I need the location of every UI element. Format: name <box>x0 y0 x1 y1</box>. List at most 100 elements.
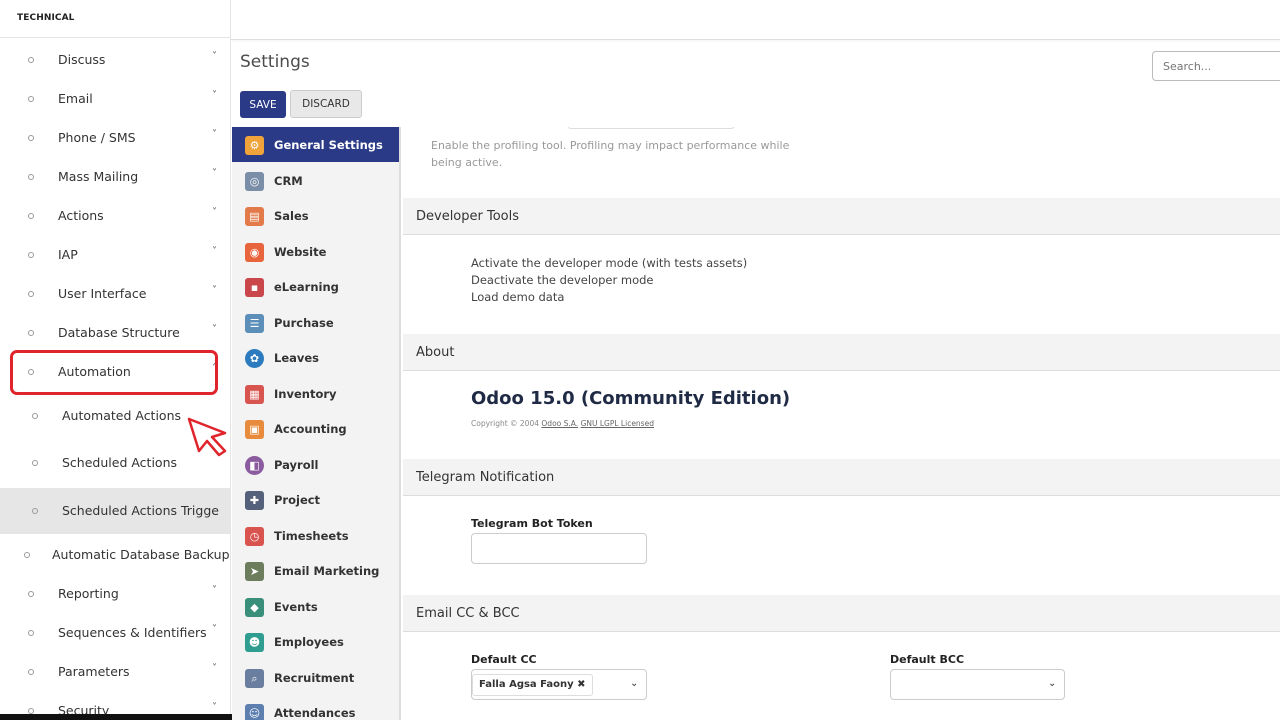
circle-icon <box>32 413 38 419</box>
inventory-icon: ▦ <box>245 384 264 404</box>
section-about: About <box>403 334 1280 371</box>
menu-item-database-structure[interactable]: Database Structure ˅ <box>0 314 230 350</box>
crm-icon: ◎ <box>245 171 264 191</box>
chevron-down-icon: ˅ <box>212 246 217 257</box>
circle-icon <box>28 630 34 636</box>
circle-icon <box>32 460 38 466</box>
menu-item-phone-sms[interactable]: Phone / SMS ˅ <box>0 119 230 155</box>
app-general-settings[interactable]: ⚙ General Settings <box>232 127 399 162</box>
chevron-down-icon: ˅ <box>212 51 217 62</box>
telegram-token-input[interactable] <box>471 533 647 564</box>
chevron-down-icon: ⌄ <box>630 678 639 689</box>
app-timesheets[interactable]: ◷ Timesheets <box>232 518 399 553</box>
settings-app-sidebar: ⚙ General Settings ◎ CRM ▤ Sales ◉ Websi… <box>232 127 401 720</box>
odoo-version: Odoo 15.0 (Community Edition) <box>471 388 791 409</box>
circle-icon <box>28 291 34 297</box>
website-icon: ◉ <box>245 242 264 262</box>
menu-item-automatic-database-backup[interactable]: Automatic Database Backup <box>0 536 230 572</box>
load-demo-data-link[interactable]: Load demo data <box>471 290 564 304</box>
app-events[interactable]: ◆ Events <box>232 589 399 624</box>
page-title: Settings <box>240 52 310 72</box>
menu-item-parameters[interactable]: Parameters ˅ <box>0 653 230 689</box>
top-navbar <box>231 0 1280 40</box>
chevron-down-icon: ˅ <box>212 663 217 674</box>
profiling-button-edge <box>567 127 735 129</box>
payroll-icon: ◧ <box>245 455 264 475</box>
chevron-down-icon: ˅ <box>212 129 217 140</box>
menu-item-user-interface[interactable]: User Interface ˅ <box>0 275 230 311</box>
menu-item-iap[interactable]: IAP ˅ <box>0 236 230 272</box>
section-telegram-notification: Telegram Notification <box>403 459 1280 496</box>
app-payroll[interactable]: ◧ Payroll <box>232 447 399 482</box>
default-cc-select[interactable]: Falla Agsa Faony ✖ ⌄ <box>471 669 647 700</box>
default-cc-label: Default CC <box>471 653 537 666</box>
chevron-down-icon: ⌄ <box>1048 678 1057 689</box>
menu-item-email[interactable]: Email ˅ <box>0 80 230 116</box>
app-attendances[interactable]: ☺ Attendances <box>232 695 399 720</box>
circle-icon <box>28 591 34 597</box>
app-sales[interactable]: ▤ Sales <box>232 198 399 233</box>
profiling-help-text-2: being active. <box>431 156 503 169</box>
circle-icon <box>28 57 34 63</box>
menu-item-mass-mailing[interactable]: Mass Mailing ˅ <box>0 158 230 194</box>
app-website[interactable]: ◉ Website <box>232 234 399 269</box>
circle-icon <box>28 96 34 102</box>
bottom-bar <box>0 714 241 720</box>
circle-icon <box>28 252 34 258</box>
menu-item-sequences-identifiers[interactable]: Sequences & Identifiers ˅ <box>0 614 230 650</box>
app-recruitment[interactable]: ⌕ Recruitment <box>232 660 399 695</box>
deactivate-dev-mode-link[interactable]: Deactivate the developer mode <box>471 273 653 287</box>
copyright-line: Copyright © 2004 Odoo S.A. GNU LGPL Lice… <box>471 419 654 428</box>
section-developer-tools: Developer Tools <box>403 198 1280 235</box>
menu-item-actions[interactable]: Actions ˅ <box>0 197 230 233</box>
app-project[interactable]: ✚ Project <box>232 482 399 517</box>
circle-icon <box>28 330 34 336</box>
app-purchase[interactable]: ☰ Purchase <box>232 305 399 340</box>
app-employees[interactable]: ☻ Employees <box>232 624 399 659</box>
circle-icon <box>28 669 34 675</box>
paper-plane-icon: ➤ <box>245 562 264 581</box>
chevron-down-icon: ˅ <box>212 207 217 218</box>
telegram-token-label: Telegram Bot Token <box>471 517 593 530</box>
gear-icon: ⚙ <box>245 136 264 155</box>
search-input[interactable] <box>1152 51 1280 81</box>
chevron-down-icon: ˅ <box>212 624 217 635</box>
chevron-down-icon: ˅ <box>212 168 217 179</box>
menu-item-reporting[interactable]: Reporting ˅ <box>0 575 230 611</box>
menu-item-scheduled-actions-triggers[interactable]: Scheduled Actions Trigge <box>0 488 230 534</box>
pointer-cursor-icon <box>187 417 227 457</box>
profiling-help-text: Enable the profiling tool. Profiling may… <box>431 139 790 152</box>
ticket-icon: ◆ <box>245 597 264 617</box>
settings-content: Enable the profiling tool. Profiling may… <box>403 127 1280 720</box>
cc-tag: Falla Agsa Faony ✖ <box>472 674 593 696</box>
license-link[interactable]: GNU LGPL Licensed <box>581 419 654 428</box>
close-icon[interactable]: ✖ <box>577 679 585 690</box>
menu-item-discuss[interactable]: Discuss ˅ <box>0 41 230 77</box>
section-email-cc-bcc: Email CC & BCC <box>403 595 1280 632</box>
activate-dev-mode-tests-link[interactable]: Activate the developer mode (with tests … <box>471 256 747 270</box>
circle-icon <box>28 135 34 141</box>
accounting-icon: ▣ <box>245 420 264 439</box>
discard-button[interactable]: DISCARD <box>290 90 362 118</box>
app-email-marketing[interactable]: ➤ Email Marketing <box>232 553 399 588</box>
stopwatch-icon: ◷ <box>245 526 264 546</box>
chevron-down-icon: ˅ <box>212 324 217 335</box>
highlight-box <box>10 350 218 395</box>
magnifier-icon: ⌕ <box>245 668 264 688</box>
app-elearning[interactable]: ▪ eLearning <box>232 269 399 304</box>
app-crm[interactable]: ◎ CRM <box>232 163 399 198</box>
odoo-sa-link[interactable]: Odoo S.A. <box>541 419 578 428</box>
app-leaves[interactable]: ✿ Leaves <box>232 340 399 375</box>
save-button[interactable]: SAVE <box>240 91 286 118</box>
default-bcc-select[interactable]: ⌄ <box>890 669 1065 700</box>
chevron-down-icon: ˅ <box>212 702 217 713</box>
app-inventory[interactable]: ▦ Inventory <box>232 376 399 411</box>
chevron-down-icon: ˅ <box>212 90 217 101</box>
circle-icon <box>28 174 34 180</box>
chevron-down-icon: ˅ <box>212 285 217 296</box>
circle-icon <box>24 552 30 558</box>
circle-icon <box>28 213 34 219</box>
app-accounting[interactable]: ▣ Accounting <box>232 411 399 446</box>
elearning-icon: ▪ <box>245 278 264 297</box>
circle-icon <box>32 508 38 514</box>
